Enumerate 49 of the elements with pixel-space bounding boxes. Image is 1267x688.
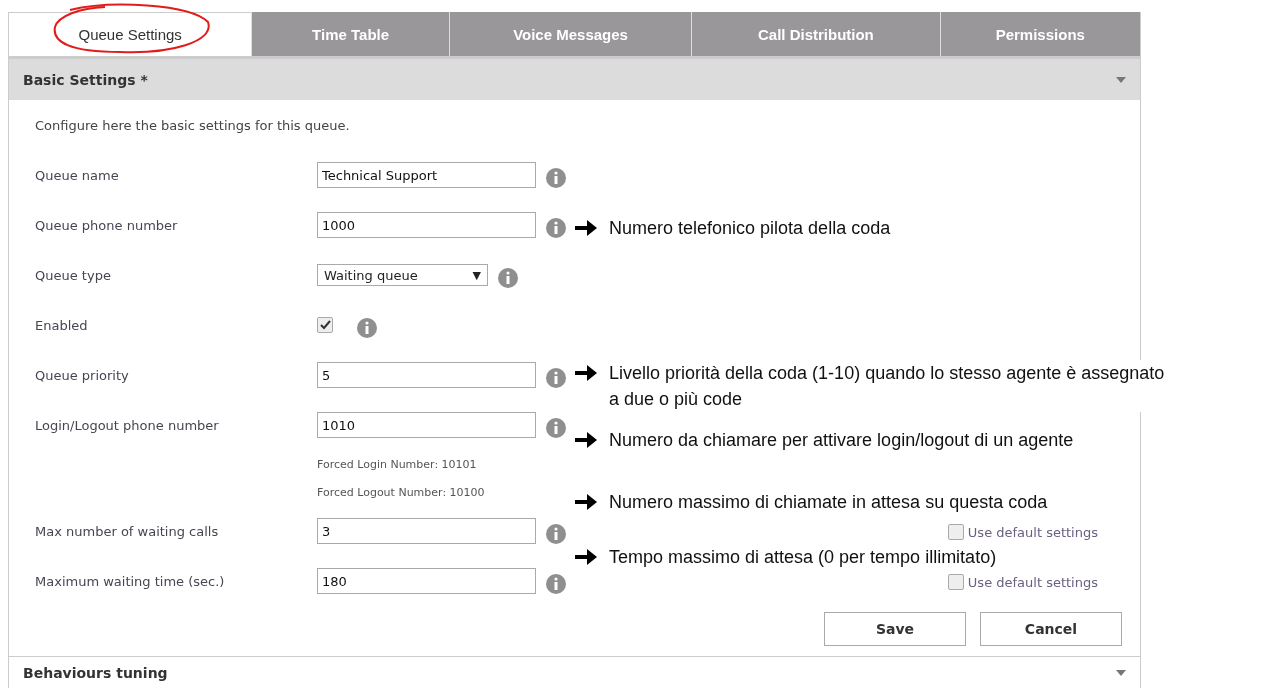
annotation-text: Livello priorità della coda (1-10) quando lo stesso agente è assegnato a due o più code bbox=[609, 362, 1166, 411]
arrow-icon bbox=[575, 364, 597, 382]
hint-text: Forced Login Number: 10101 bbox=[317, 456, 477, 473]
info-icon[interactable] bbox=[545, 367, 567, 389]
tab[interactable]: Queue Settings bbox=[9, 12, 252, 56]
annotation-text: Numero telefonico pilota della coda bbox=[609, 217, 891, 240]
caret-icon[interactable] bbox=[1116, 669, 1126, 676]
caret-icon[interactable] bbox=[1116, 76, 1126, 83]
checkbox-label: Use default settings bbox=[967, 574, 1098, 590]
checkbox-label: Use default settings bbox=[967, 524, 1098, 540]
info-icon[interactable] bbox=[356, 317, 378, 339]
text-field[interactable]: 180 bbox=[317, 568, 536, 594]
info-icon[interactable] bbox=[545, 217, 567, 239]
checkbox[interactable] bbox=[947, 524, 964, 540]
section-title: Behaviours tuning bbox=[23, 664, 168, 681]
field-label: Queue name bbox=[35, 167, 120, 183]
info-icon[interactable] bbox=[497, 267, 519, 289]
info-icon[interactable] bbox=[545, 417, 567, 439]
arrow-icon bbox=[575, 219, 597, 237]
field-label: Queue priority bbox=[35, 367, 130, 383]
field-label: Login/Logout phone number bbox=[35, 417, 220, 433]
save-button[interactable]: Save bbox=[824, 612, 966, 646]
field-label: Max number of waiting calls bbox=[35, 523, 220, 539]
text-field[interactable]: 5 bbox=[317, 362, 536, 388]
info-icon[interactable] bbox=[545, 167, 567, 189]
intro-text: Configure here the basic settings for this queue. bbox=[35, 118, 351, 133]
text-field[interactable]: Technical Support bbox=[317, 162, 536, 188]
checkbox[interactable] bbox=[947, 574, 964, 590]
text-field[interactable]: 1000 bbox=[317, 212, 536, 238]
arrow-icon bbox=[575, 548, 597, 566]
field-label: Enabled bbox=[35, 317, 89, 333]
field-label: Queue type bbox=[35, 267, 112, 283]
arrow-icon bbox=[575, 493, 597, 511]
section-header[interactable]: Basic Settings * bbox=[9, 56, 1140, 100]
field-label: Queue phone number bbox=[35, 217, 179, 233]
text-field[interactable]: 3 bbox=[317, 518, 536, 544]
hint-text: Forced Logout Number: 10100 bbox=[317, 484, 485, 501]
annotation-text: Numero da chiamare per attivare login/logout di un agente bbox=[609, 429, 1074, 452]
annotation-text: Numero massimo di chiamate in attesa su questa coda bbox=[609, 491, 1048, 514]
text-field[interactable]: 1010 bbox=[317, 412, 536, 438]
info-icon[interactable] bbox=[545, 523, 567, 545]
cancel-button[interactable]: Cancel bbox=[980, 612, 1122, 646]
section-title: Basic Settings * bbox=[23, 71, 148, 88]
annotation-text: Tempo massimo di attesa (0 per tempo illimitato) bbox=[609, 546, 997, 569]
arrow-icon bbox=[575, 431, 597, 449]
checkbox[interactable] bbox=[317, 317, 333, 333]
field-label: Maximum waiting time (sec.) bbox=[35, 573, 226, 589]
select-field[interactable]: Waiting queue ▼ bbox=[317, 264, 488, 286]
info-icon[interactable] bbox=[545, 573, 567, 595]
